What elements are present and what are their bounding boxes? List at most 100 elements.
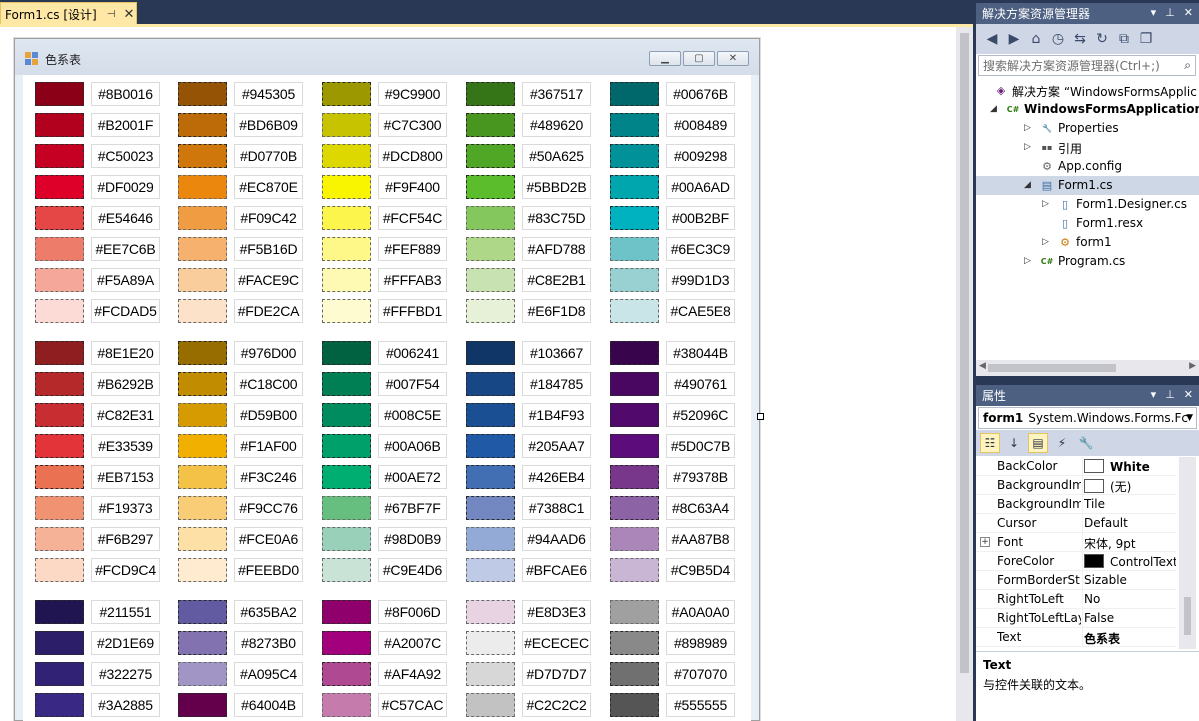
color-hex-textbox[interactable]: #F1AF00 [234,434,303,458]
color-hex-textbox[interactable]: #489620 [522,113,591,137]
designed-form[interactable]: 色系表 ▁ ▢ ✕ #8B0016 #B2001F #C50023 #DF0029 #E… [14,38,760,721]
color-swatch[interactable] [466,527,515,551]
color-swatch[interactable] [610,206,659,230]
dropdown-icon[interactable]: ▾ [1151,388,1157,401]
solution-explorer-horizontal-scrollbar[interactable]: ◀ ▶ [976,360,1199,376]
property-value[interactable]: Default [1084,516,1176,530]
color-swatch[interactable] [466,113,515,137]
property-pages-icon[interactable]: 🔧 [1076,433,1096,453]
color-swatch[interactable] [178,237,227,261]
color-swatch[interactable] [466,341,515,365]
color-hex-textbox[interactable]: #C7C300 [378,113,447,137]
color-hex-textbox[interactable]: #00A06B [378,434,447,458]
color-hex-textbox[interactable]: #FACE9C [234,268,303,292]
color-hex-textbox[interactable]: #CAE5E8 [666,299,735,323]
color-hex-textbox[interactable]: #009298 [666,144,735,168]
color-swatch[interactable] [322,527,371,551]
scrollbar-thumb[interactable] [1184,597,1191,635]
property-value[interactable]: ControlText [1084,554,1176,569]
color-hex-textbox[interactable]: #2D1E69 [91,631,160,655]
color-swatch[interactable] [322,144,371,168]
color-swatch[interactable] [466,631,515,655]
tree-item[interactable]: ▷ ⚙ form1 [976,233,1199,252]
categorized-icon[interactable]: ☷ [980,433,1000,453]
tree-item[interactable]: ⚙ App.config [976,157,1199,176]
color-hex-textbox[interactable]: #976D00 [234,341,303,365]
color-hex-textbox[interactable]: #E33539 [91,434,160,458]
color-swatch[interactable] [35,465,84,489]
tree-item[interactable]: ▷ C# Program.cs [976,252,1199,271]
color-hex-textbox[interactable]: #67BF7F [378,496,447,520]
property-grid-scrollbar[interactable] [1179,457,1196,649]
property-value[interactable]: 色系表 [1084,630,1176,647]
color-swatch[interactable] [322,341,371,365]
color-hex-textbox[interactable]: #E6F1D8 [522,299,591,323]
pin-icon[interactable]: ⊥ [1165,6,1175,19]
color-swatch[interactable] [610,175,659,199]
color-hex-textbox[interactable]: #50A625 [522,144,591,168]
color-hex-textbox[interactable]: #008C5E [378,403,447,427]
color-swatch[interactable] [178,268,227,292]
color-swatch[interactable] [610,372,659,396]
color-swatch[interactable] [178,600,227,624]
color-swatch[interactable] [178,403,227,427]
color-swatch[interactable] [35,600,84,624]
color-swatch[interactable] [178,144,227,168]
color-swatch[interactable] [610,662,659,686]
color-swatch[interactable] [610,465,659,489]
pin-icon[interactable]: ⊥ [1165,388,1175,401]
color-swatch[interactable] [322,496,371,520]
color-swatch[interactable] [178,113,227,137]
color-hex-textbox[interactable]: #9C9900 [378,82,447,106]
color-swatch[interactable] [322,403,371,427]
color-hex-textbox[interactable]: #F19373 [91,496,160,520]
color-hex-textbox[interactable]: #E54646 [91,206,160,230]
color-hex-textbox[interactable]: #C8E2B1 [522,268,591,292]
color-swatch[interactable] [466,82,515,106]
color-swatch[interactable] [178,372,227,396]
color-hex-textbox[interactable]: #8C63A4 [666,496,735,520]
color-swatch[interactable] [178,527,227,551]
color-swatch[interactable] [322,631,371,655]
color-swatch[interactable] [322,558,371,582]
color-swatch[interactable] [178,299,227,323]
color-swatch[interactable] [322,82,371,106]
tree-item[interactable]: ◢ C# WindowsFormsApplication [976,100,1199,119]
color-swatch[interactable] [610,113,659,137]
property-row[interactable]: Text 色系表 [976,628,1176,647]
color-hex-textbox[interactable]: #490761 [666,372,735,396]
color-swatch[interactable] [610,631,659,655]
color-hex-textbox[interactable]: #79378B [666,465,735,489]
dropdown-icon[interactable]: ▾ [1151,6,1157,19]
expanded-arrow-icon[interactable]: ◢ [990,104,997,114]
color-hex-textbox[interactable]: #5BBD2B [522,175,591,199]
color-swatch[interactable] [35,693,84,717]
property-value[interactable]: Sizable [1084,573,1176,587]
color-swatch[interactable] [35,434,84,458]
minimize-button[interactable]: ▁ [649,51,681,66]
color-hex-textbox[interactable]: #F5B16D [234,237,303,261]
expand-icon[interactable]: + [980,537,990,547]
color-hex-textbox[interactable]: #1B4F93 [522,403,591,427]
color-hex-textbox[interactable]: #555555 [666,693,735,717]
color-swatch[interactable] [322,372,371,396]
color-hex-textbox[interactable]: #707070 [666,662,735,686]
color-hex-textbox[interactable]: #98D0B9 [378,527,447,551]
color-swatch[interactable] [610,434,659,458]
home-icon[interactable]: ⌂ [1028,31,1044,47]
color-swatch[interactable] [35,299,84,323]
color-hex-textbox[interactable]: #426EB4 [522,465,591,489]
alphabetical-icon[interactable]: ↓ [1004,433,1024,453]
color-swatch[interactable] [610,341,659,365]
color-swatch[interactable] [466,403,515,427]
color-swatch[interactable] [466,693,515,717]
color-swatch[interactable] [35,175,84,199]
color-swatch[interactable] [35,558,84,582]
color-hex-textbox[interactable]: #00A6AD [666,175,735,199]
color-hex-textbox[interactable]: #00B2BF [666,206,735,230]
color-swatch[interactable] [178,662,227,686]
color-hex-textbox[interactable]: #008489 [666,113,735,137]
color-swatch[interactable] [322,237,371,261]
color-hex-textbox[interactable]: #F9CC76 [234,496,303,520]
color-swatch[interactable] [178,496,227,520]
